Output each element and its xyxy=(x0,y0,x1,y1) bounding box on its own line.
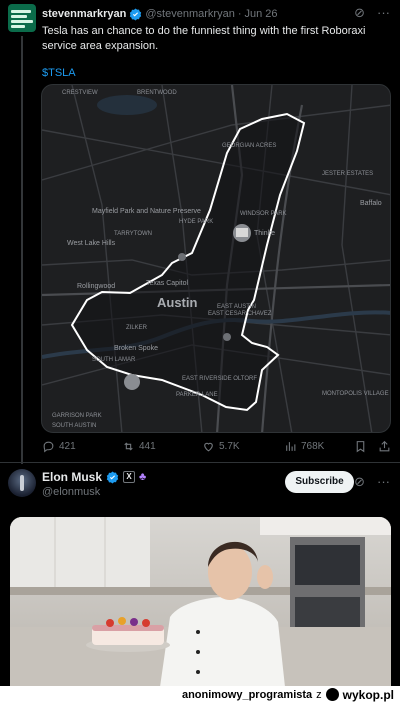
svg-text:JESTER ESTATES: JESTER ESTATES xyxy=(322,171,373,177)
watermark-site: wykop.pl xyxy=(342,687,394,702)
verified-badge-icon xyxy=(106,471,119,483)
more-options-icon[interactable]: ··· xyxy=(377,6,390,20)
author-handle[interactable]: @stevenmarkryan xyxy=(145,8,234,20)
verified-badge-icon xyxy=(130,8,142,20)
avatar[interactable] xyxy=(8,469,36,497)
share-button[interactable] xyxy=(378,440,391,453)
svg-text:TARRYTOWN: TARRYTOWN xyxy=(114,231,152,237)
subscribe-button[interactable]: Subscribe xyxy=(285,471,354,493)
bookmark-icon xyxy=(356,441,365,453)
repost-count: 441 xyxy=(139,441,156,452)
tweet-stevenmarkryan[interactable]: stevenmarkryan @stevenmarkryan · Jun 26 … xyxy=(0,0,400,464)
svg-text:EAST CESAR CHAVEZ: EAST CESAR CHAVEZ xyxy=(208,311,272,317)
svg-text:GEORGIAN ACRES: GEORGIAN ACRES xyxy=(222,143,276,149)
author-handle[interactable]: @elonmusk xyxy=(42,486,100,498)
watermark-username: anonimowy_programista xyxy=(181,688,313,701)
share-icon xyxy=(379,440,390,452)
avatar[interactable] xyxy=(8,4,36,32)
svg-text:Rollingwood: Rollingwood xyxy=(77,283,115,290)
map-label-austin: Austin xyxy=(157,295,198,310)
grok-icon[interactable]: ⊘ xyxy=(354,475,365,489)
svg-text:PARKER LANE: PARKER LANE xyxy=(176,392,218,398)
grok-icon[interactable]: ⊘ xyxy=(354,6,365,20)
svg-text:West Lake Hills: West Lake Hills xyxy=(67,240,116,247)
separator: · xyxy=(237,8,242,20)
repost-button[interactable]: 441 xyxy=(122,440,156,453)
svg-text:GARRISON PARK: GARRISON PARK xyxy=(52,413,102,419)
svg-text:SOUTH AUSTIN: SOUTH AUSTIN xyxy=(52,423,96,429)
svg-text:BRENTWOOD: BRENTWOOD xyxy=(137,90,177,96)
heart-icon xyxy=(204,442,213,452)
reply-button[interactable]: 421 xyxy=(42,440,76,453)
views-count: 768K xyxy=(301,441,325,452)
post-date[interactable]: Jun 26 xyxy=(244,8,277,20)
x-affiliate-badge-icon[interactable]: X xyxy=(123,471,136,483)
wykop-logo-icon xyxy=(325,688,339,701)
thread-line xyxy=(21,36,23,464)
chef-kiss-photo[interactable] xyxy=(10,517,391,687)
photo-illustration xyxy=(10,517,391,687)
map-svg: CRESTVIEW BRENTWOOD GEORGIAN ACRES WINDS… xyxy=(42,85,390,432)
svg-text:WINDSOR PARK: WINDSOR PARK xyxy=(240,211,287,217)
watermark-footer: anonimowy_programista z wykop.pl xyxy=(0,686,400,703)
svg-text:HYDE PARK: HYDE PARK xyxy=(179,219,213,225)
svg-text:EAST RIVERSIDE OLTORF: EAST RIVERSIDE OLTORF xyxy=(182,376,257,382)
affiliate-icon[interactable]: ♣ xyxy=(139,471,146,483)
svg-text:Thinke: Thinke xyxy=(254,230,275,237)
svg-text:CRESTVIEW: CRESTVIEW xyxy=(62,90,98,96)
like-button[interactable]: 5.7K xyxy=(202,440,240,453)
divider xyxy=(0,462,400,463)
map-image[interactable]: CRESTVIEW BRENTWOOD GEORGIAN ACRES WINDS… xyxy=(41,84,391,433)
reply-count: 421 xyxy=(59,441,76,452)
svg-text:Baffalo: Baffalo xyxy=(360,200,382,207)
svg-text:EAST AUSTIN: EAST AUSTIN xyxy=(217,304,256,310)
author-name[interactable]: stevenmarkryan xyxy=(42,8,126,20)
views-icon xyxy=(286,442,296,451)
svg-text:SOUTH LAMAR: SOUTH LAMAR xyxy=(92,357,136,363)
svg-text:MONTOPOLIS VILLAGE: MONTOPOLIS VILLAGE xyxy=(322,391,389,397)
cashtag-link[interactable]: $TSLA xyxy=(42,67,76,79)
author-name[interactable]: Elon Musk xyxy=(42,470,102,484)
author-name-row: Elon Musk X ♣ xyxy=(42,470,146,484)
bookmark-button[interactable] xyxy=(354,440,367,453)
tweet-actions: 421 441 5.7K 768K xyxy=(42,440,392,458)
tweet-text: Tesla has an chance to do the funniest t… xyxy=(42,25,366,52)
reply-icon xyxy=(43,441,54,453)
views-button[interactable]: 768K xyxy=(284,440,324,453)
tweet-header: stevenmarkryan @stevenmarkryan · Jun 26 xyxy=(42,6,278,22)
like-count: 5.7K xyxy=(219,441,240,452)
svg-text:Broken Spoke: Broken Spoke xyxy=(114,345,158,352)
svg-text:Mayfield Park and Nature Prese: Mayfield Park and Nature Preserve xyxy=(92,208,201,215)
repost-icon xyxy=(124,442,133,451)
svg-text:Texas Capitol: Texas Capitol xyxy=(146,280,188,287)
svg-text:ZILKER: ZILKER xyxy=(126,325,148,331)
watermark-suffix: z xyxy=(316,688,322,701)
more-options-icon[interactable]: ··· xyxy=(377,475,390,489)
